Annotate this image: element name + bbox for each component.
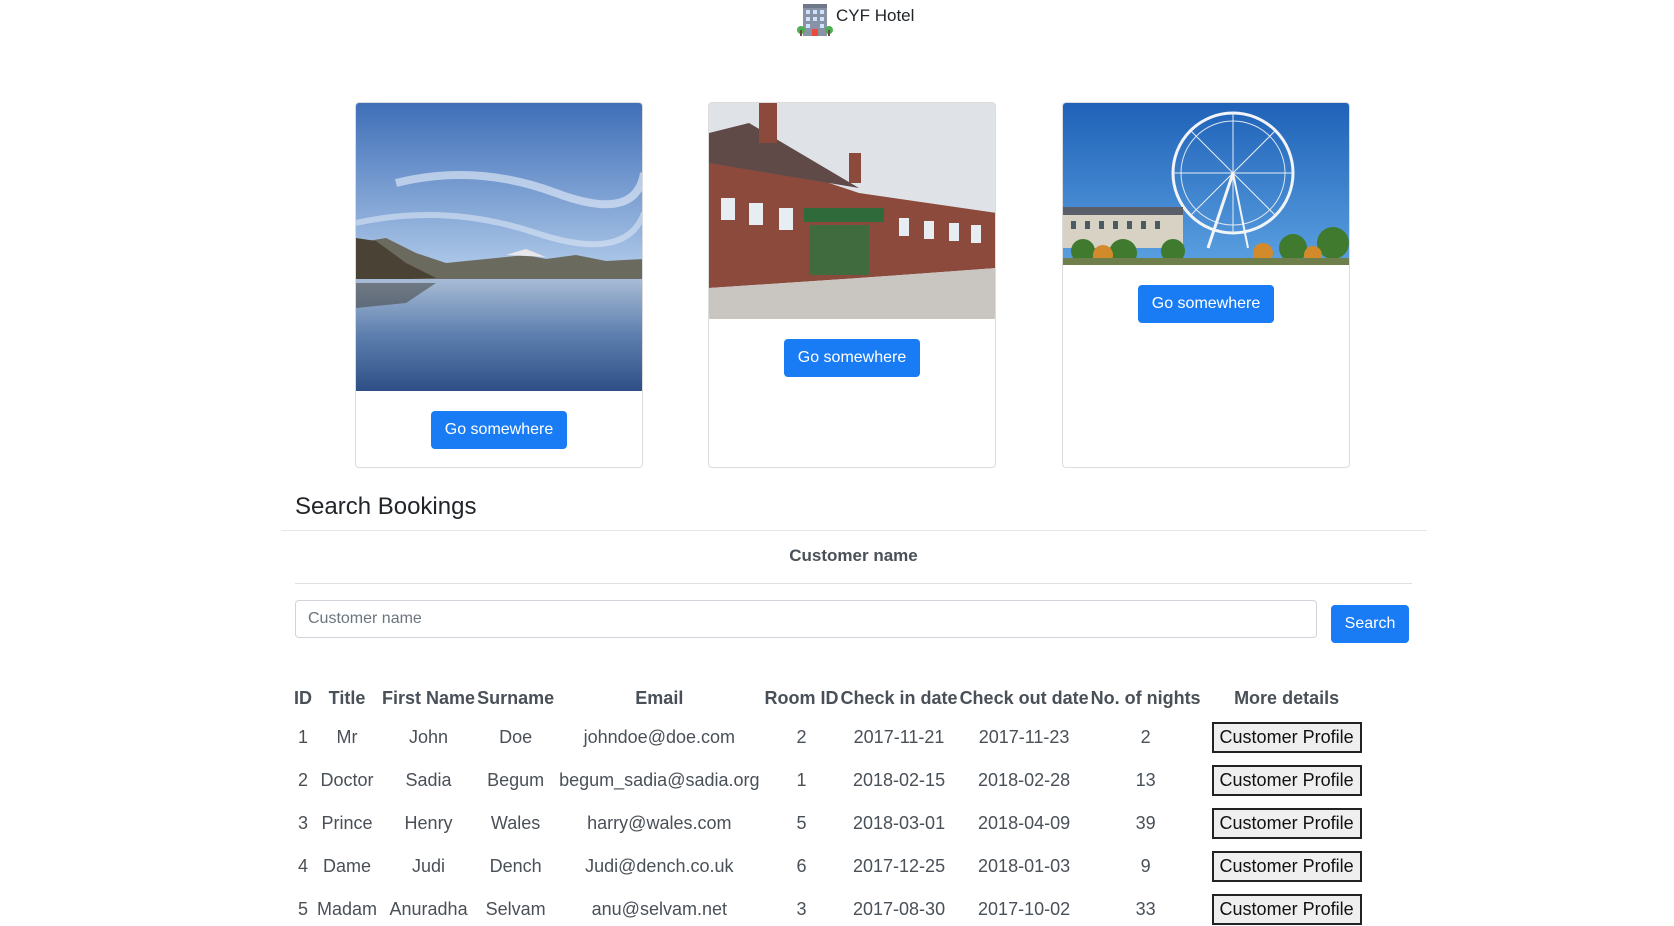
cell-room-id: 6 xyxy=(796,856,807,876)
cell-check-out: 2017-10-02 xyxy=(978,899,1071,919)
bookings-table: ID Title First Name Surname Email Room I… xyxy=(293,680,1372,926)
go-somewhere-button-2[interactable]: Go somewhere xyxy=(784,339,920,377)
cell-title: Mr xyxy=(336,727,358,747)
header-more-details: More details xyxy=(1234,687,1340,708)
header-email: Email xyxy=(635,687,684,708)
cell-check-out: 2017-11-23 xyxy=(978,727,1070,747)
cell-first-name: Anuradha xyxy=(389,899,468,919)
cell-surname: Dench xyxy=(489,856,542,876)
cell-nights: 2 xyxy=(1140,727,1151,747)
cell-more-details: Customer Profile xyxy=(1202,888,1372,926)
brand-name[interactable]: CYF Hotel xyxy=(836,6,914,26)
cell-title: Dame xyxy=(323,856,372,876)
cell-surname: Begum xyxy=(487,770,545,790)
destination-card-3: Go somewhere xyxy=(1062,102,1350,468)
cell-first-name: Judi xyxy=(412,856,446,876)
table-row: 4 Dame Judi Dench Judi@dench.co.uk 6 201… xyxy=(293,845,1372,888)
cell-email: Judi@dench.co.uk xyxy=(585,856,734,876)
cell-email: harry@wales.com xyxy=(587,813,732,833)
cell-check-out: 2018-02-28 xyxy=(978,770,1071,790)
ferris-wheel-photo xyxy=(1063,103,1349,265)
cell-title: Madam xyxy=(317,899,378,919)
divider xyxy=(281,530,1427,531)
cell-check-out: 2018-04-09 xyxy=(978,813,1071,833)
cell-room-id: 2 xyxy=(796,727,807,747)
cell-title: Doctor xyxy=(320,770,374,790)
go-somewhere-button-1[interactable]: Go somewhere xyxy=(431,411,567,449)
cell-room-id: 1 xyxy=(796,770,807,790)
table-row: 3 Prince Henry Wales harry@wales.com 5 2… xyxy=(293,802,1372,845)
search-bookings-title: Search Bookings xyxy=(295,493,477,520)
cell-first-name: Henry xyxy=(404,813,453,833)
cell-check-in: 2018-03-01 xyxy=(853,813,946,833)
customer-name-label: Customer name xyxy=(789,546,918,565)
header-surname: Surname xyxy=(477,687,555,708)
customer-profile-button[interactable]: Customer Profile xyxy=(1211,722,1362,753)
cell-first-name: Sadia xyxy=(405,770,452,790)
table-row: 2 Doctor Sadia Begum begum_sadia@sadia.o… xyxy=(293,759,1372,802)
customer-profile-button[interactable]: Customer Profile xyxy=(1211,851,1362,882)
cell-id: 1 xyxy=(297,727,308,747)
header-id: ID xyxy=(294,687,312,708)
header-first-name: First Name xyxy=(382,687,476,708)
destination-card-1: Go somewhere xyxy=(355,102,643,468)
cell-check-in: 2017-12-25 xyxy=(853,856,946,876)
lake-mountains-photo xyxy=(356,103,642,391)
cell-email: anu@selvam.net xyxy=(591,899,727,919)
divider xyxy=(295,583,1412,584)
header-nights: No. of nights xyxy=(1090,687,1201,708)
customer-name-input[interactable] xyxy=(295,600,1317,638)
cell-title: Prince xyxy=(321,813,373,833)
cell-check-out: 2018-01-03 xyxy=(978,856,1071,876)
cell-id: 3 xyxy=(297,813,308,833)
cell-id: 2 xyxy=(297,770,308,790)
cell-more-details: Customer Profile xyxy=(1202,802,1372,845)
brick-terrace-street-photo xyxy=(709,103,995,319)
cell-more-details: Customer Profile xyxy=(1202,716,1372,759)
cell-nights: 13 xyxy=(1135,770,1156,790)
customer-profile-button[interactable]: Customer Profile xyxy=(1211,894,1362,925)
cell-id: 4 xyxy=(297,856,308,876)
page: CYF Hotel Go somewhere Go somewhere Go s… xyxy=(0,0,1674,926)
destination-card-2: Go somewhere xyxy=(708,102,996,468)
cell-more-details: Customer Profile xyxy=(1202,845,1372,888)
cell-check-in: 2017-08-30 xyxy=(853,899,946,919)
cell-nights: 39 xyxy=(1135,813,1156,833)
cell-more-details: Customer Profile xyxy=(1202,759,1372,802)
cell-nights: 33 xyxy=(1135,899,1156,919)
table-row: 1 Mr John Doe johndoe@doe.com 2 2017-11-… xyxy=(293,716,1372,759)
cell-check-in: 2017-11-21 xyxy=(853,727,945,747)
cell-id: 5 xyxy=(297,899,308,919)
header-title: Title xyxy=(328,687,366,708)
header-room-id: Room ID xyxy=(764,687,839,708)
cell-first-name: John xyxy=(409,727,449,747)
header-check-in: Check in date xyxy=(840,687,958,708)
cell-nights: 9 xyxy=(1140,856,1151,876)
hotel-building-icon xyxy=(797,4,833,36)
customer-profile-button[interactable]: Customer Profile xyxy=(1211,808,1362,839)
cell-surname: Doe xyxy=(499,727,533,747)
cell-surname: Selvam xyxy=(485,899,546,919)
cell-room-id: 3 xyxy=(796,899,807,919)
search-button[interactable]: Search xyxy=(1331,605,1409,643)
cell-surname: Wales xyxy=(490,813,541,833)
cell-email: begum_sadia@sadia.org xyxy=(559,770,760,790)
header: CYF Hotel xyxy=(0,0,1674,40)
cell-room-id: 5 xyxy=(796,813,807,833)
cell-email: johndoe@doe.com xyxy=(583,727,735,747)
cell-check-in: 2018-02-15 xyxy=(853,770,946,790)
customer-profile-button[interactable]: Customer Profile xyxy=(1211,765,1362,796)
table-row: 5 Madam Anuradha Selvam anu@selvam.net 3… xyxy=(293,888,1372,926)
go-somewhere-button-3[interactable]: Go somewhere xyxy=(1138,285,1274,323)
header-check-out: Check out date xyxy=(959,687,1089,708)
table-header-row: ID Title First Name Surname Email Room I… xyxy=(293,680,1372,716)
